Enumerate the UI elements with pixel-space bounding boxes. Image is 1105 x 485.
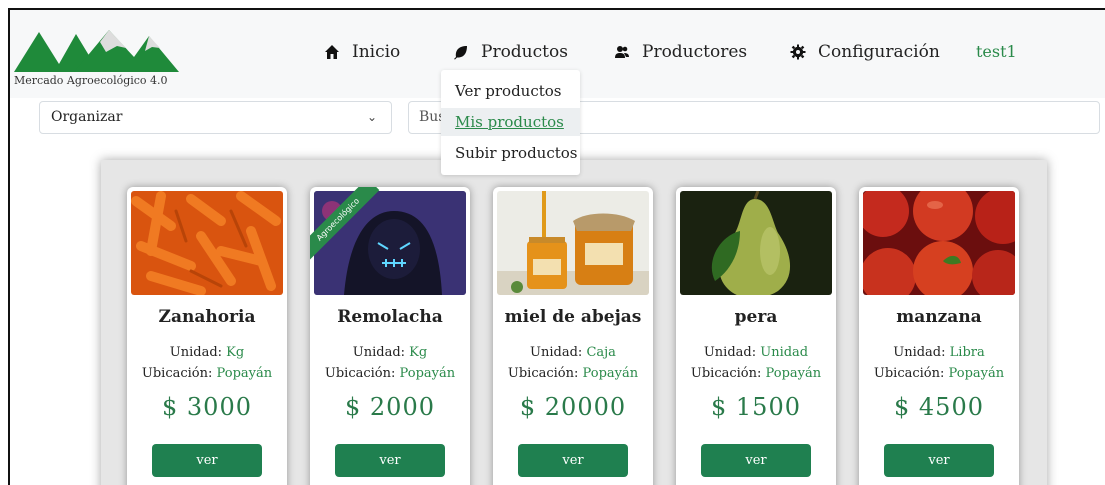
product-card: pera Unidad: Unidad Ubicación: Popayán $… [676, 187, 836, 485]
product-price: $ 20000 [519, 393, 627, 421]
product-image-masked-figure[interactable] [314, 191, 466, 295]
nav-productores-label: Productores [642, 42, 748, 62]
app-frame: Mercado Agroecológico 4.0 Inicio Product… [8, 8, 1105, 485]
product-card: miel de abejas Unidad: Caja Ubicación: P… [493, 187, 653, 485]
product-location: Ubicación: Popayán [141, 366, 273, 381]
product-image-pear[interactable] [680, 191, 832, 295]
sort-select-value: Organizar [51, 109, 123, 125]
view-product-button[interactable]: ver [884, 444, 994, 477]
productos-dropdown-menu: Ver productos Mis productos Subir produc… [441, 70, 580, 175]
nav-inicio-label: Inicio [352, 42, 401, 62]
nav-configuracion-label: Configuración [818, 42, 940, 62]
product-unit: Unidad: Kg [352, 345, 428, 360]
product-price: $ 3000 [162, 393, 252, 421]
product-unit: Unidad: Kg [169, 345, 245, 360]
product-location: Ubicación: Popayán [873, 366, 1005, 381]
mountain-logo-icon [14, 30, 179, 72]
product-name: miel de abejas [504, 307, 642, 327]
view-product-button[interactable]: ver [152, 444, 262, 477]
product-price: $ 2000 [345, 393, 435, 421]
product-location: Ubicación: Popayán [507, 366, 639, 381]
nav-productores[interactable]: Productores [614, 42, 747, 62]
chevron-down-icon: ⌄ [366, 110, 377, 124]
product-card: manzana Unidad: Libra Ubicación: Popayán… [859, 187, 1019, 485]
product-image-carrots[interactable] [131, 191, 283, 295]
nav-productos[interactable]: Productos [453, 42, 568, 62]
home-icon [324, 44, 340, 60]
view-product-button[interactable]: ver [701, 444, 811, 477]
dropdown-item-subir-productos[interactable]: Subir productos [441, 139, 580, 167]
nav-inicio[interactable]: Inicio [324, 42, 400, 62]
product-location: Ubicación: Popayán [324, 366, 456, 381]
sort-select[interactable]: Organizar ⌄ [39, 101, 392, 134]
nav-user[interactable]: test1 [976, 42, 1017, 61]
view-product-button[interactable]: ver [518, 444, 628, 477]
dropdown-item-ver-productos[interactable]: Ver productos [441, 77, 580, 105]
product-image-apples[interactable] [863, 191, 1015, 295]
view-product-button[interactable]: ver [335, 444, 445, 477]
product-unit: Unidad: Libra [893, 345, 985, 360]
product-unit: Unidad: Unidad [703, 345, 809, 360]
leaf-icon [453, 44, 469, 60]
product-price: $ 4500 [894, 393, 984, 421]
brand-logo-text: Mercado Agroecológico 4.0 [14, 74, 168, 87]
gear-icon [790, 44, 806, 60]
product-card: Zanahoria Unidad: Kg Ubicación: Popayán … [127, 187, 287, 485]
product-name: manzana [896, 307, 982, 327]
product-image-honey-jars[interactable] [497, 191, 649, 295]
product-card: Agroecológico Remolacha Unidad: Kg Ubica… [310, 187, 470, 485]
product-name: Zanahoria [158, 307, 256, 327]
dropdown-item-mis-productos[interactable]: Mis productos [441, 108, 580, 136]
product-name: Remolacha [337, 307, 443, 327]
product-price: $ 1500 [711, 393, 801, 421]
product-unit: Unidad: Caja [530, 345, 616, 360]
product-name: pera [734, 307, 778, 327]
brand-logo[interactable]: Mercado Agroecológico 4.0 [12, 22, 182, 92]
nav-productos-label: Productos [481, 42, 568, 62]
nav-configuracion[interactable]: Configuración [790, 42, 940, 62]
users-icon [614, 44, 630, 60]
product-location: Ubicación: Popayán [690, 366, 822, 381]
